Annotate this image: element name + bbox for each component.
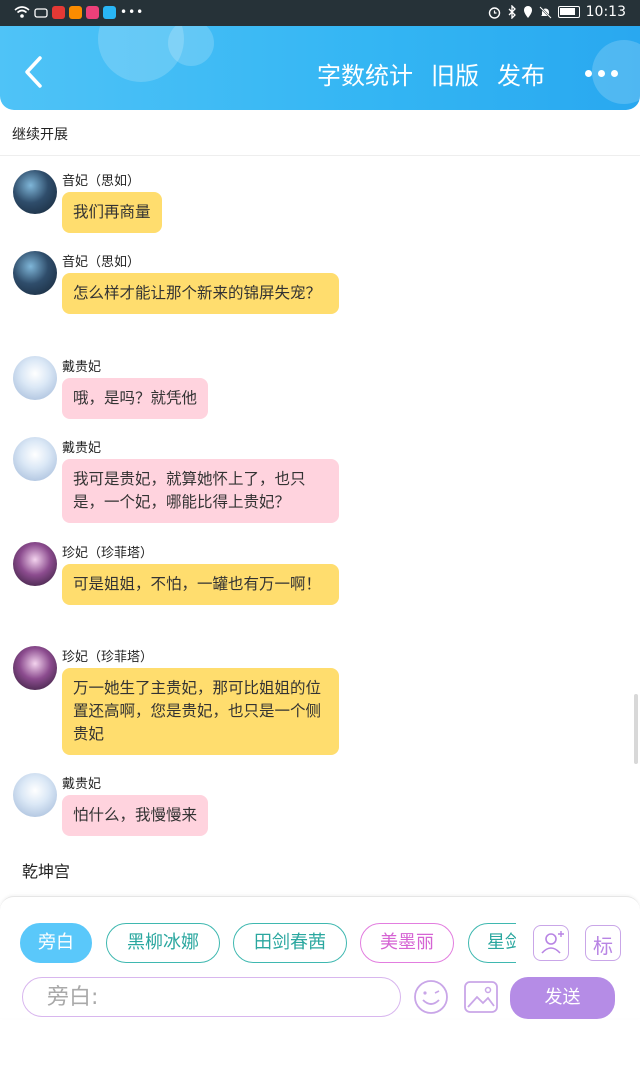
back-arrow-icon[interactable] bbox=[20, 54, 50, 90]
speaker-name: 戴贵妃 bbox=[62, 441, 102, 456]
message-bubble[interactable]: 可是姐姐，不怕，一罐也有万一啊！ bbox=[62, 564, 339, 605]
speaker-name: 音妃（思如） bbox=[62, 174, 141, 189]
continue-section[interactable]: 继续开展 bbox=[0, 114, 640, 156]
rose-girl-avatar[interactable] bbox=[13, 646, 57, 690]
alarm-icon bbox=[488, 6, 500, 19]
person-icon bbox=[541, 931, 564, 954]
compose-panel: 旁白 黑柳冰娜 田剑春茜 美墨丽 星剑 标 发送 bbox=[0, 896, 640, 1019]
more-options-icon[interactable] bbox=[585, 70, 618, 77]
send-button[interactable]: 发送 bbox=[510, 977, 615, 1019]
top-app-bar: 字数统计 旧版 发布 bbox=[0, 26, 640, 110]
message-bubble[interactable]: 怎么样才能让那个新来的锦屏失宠？ bbox=[62, 273, 339, 314]
decorative-bubble bbox=[168, 26, 214, 66]
speaker-name: 戴贵妃 bbox=[62, 777, 102, 792]
scene-location-label[interactable]: 乾坤宫 bbox=[22, 858, 70, 882]
chip-narration[interactable]: 旁白 bbox=[20, 923, 92, 963]
ice-girl-avatar[interactable] bbox=[13, 773, 57, 817]
location-icon bbox=[523, 6, 532, 18]
app-pink-icon bbox=[86, 5, 99, 19]
message-bubble[interactable]: 哦，是吗？就凭他 bbox=[62, 378, 209, 419]
bluetooth-icon bbox=[508, 5, 516, 19]
message-input[interactable] bbox=[22, 977, 401, 1017]
header-actions: 字数统计 旧版 发布 bbox=[317, 56, 618, 91]
message-bubble[interactable]: 怕什么，我慢慢来 bbox=[62, 795, 209, 836]
chip-character[interactable]: 黑柳冰娜 bbox=[106, 923, 220, 963]
night-scene-avatar[interactable] bbox=[13, 251, 57, 295]
night-scene-avatar[interactable] bbox=[13, 170, 57, 214]
wifi-icon bbox=[14, 5, 30, 18]
tag-button[interactable]: 标 bbox=[585, 925, 621, 961]
message-bubble[interactable]: 万一她生了主贵妃，那可比姐姐的位置还高啊，您是贵妃，也只是一个侧贵妃 bbox=[62, 668, 339, 755]
emoji-icon[interactable] bbox=[413, 979, 449, 1015]
old-version-button[interactable]: 旧版 bbox=[431, 56, 479, 91]
app-blue-icon bbox=[103, 5, 116, 19]
word-count-button[interactable]: 字数统计 bbox=[317, 56, 413, 91]
more-dots-icon: ••• bbox=[120, 5, 145, 19]
character-chip-list[interactable]: 旁白 黑柳冰娜 田剑春茜 美墨丽 星剑 bbox=[20, 923, 516, 965]
app-red-icon bbox=[52, 5, 65, 19]
character-profile-button[interactable] bbox=[533, 925, 569, 961]
status-bar-left: ••• bbox=[14, 5, 144, 19]
speaker-name: 珍妃（珍菲塔） bbox=[62, 650, 154, 665]
chip-character[interactable]: 星剑 bbox=[468, 923, 516, 963]
tag-button-label: 标 bbox=[593, 934, 613, 958]
message-bubble[interactable]: 我们再商量 bbox=[62, 192, 162, 233]
mute-icon bbox=[538, 5, 552, 19]
speaker-name: 戴贵妃 bbox=[62, 360, 102, 375]
speaker-name: 音妃（思如） bbox=[62, 255, 141, 270]
status-bar: ••• 10:13 bbox=[0, 0, 640, 26]
speaker-name: 珍妃（珍菲塔） bbox=[62, 546, 154, 561]
status-bar-right: 10:13 bbox=[488, 4, 626, 20]
rose-girl-avatar[interactable] bbox=[13, 542, 57, 586]
image-icon[interactable] bbox=[463, 979, 499, 1015]
continue-label: 继续开展 bbox=[12, 127, 68, 143]
ice-girl-avatar[interactable] bbox=[13, 437, 57, 481]
battery-icon bbox=[557, 6, 580, 18]
ice-girl-avatar[interactable] bbox=[13, 356, 57, 400]
app-orange-icon bbox=[69, 5, 82, 19]
publish-button[interactable]: 发布 bbox=[497, 56, 545, 91]
chip-character[interactable]: 田剑春茜 bbox=[233, 923, 347, 963]
message-bubble[interactable]: 我可是贵妃，就算她怀上了，也只是，一个妃，哪能比得上贵妃？ bbox=[62, 459, 339, 523]
chip-character[interactable]: 美墨丽 bbox=[360, 923, 454, 963]
cloud-icon bbox=[34, 8, 48, 18]
status-time: 10:13 bbox=[585, 4, 626, 20]
scrollbar-thumb[interactable] bbox=[634, 694, 638, 764]
